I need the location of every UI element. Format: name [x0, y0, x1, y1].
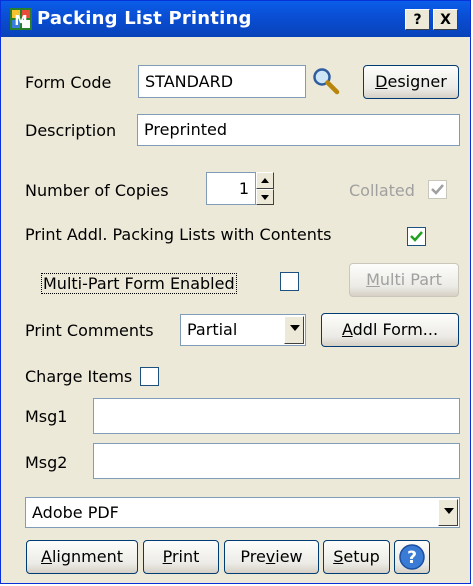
copies-up-button[interactable] — [256, 172, 274, 189]
multi-part-button[interactable]: Multi Part — [349, 263, 459, 297]
alignment-button[interactable]: Alignment — [26, 540, 138, 574]
dropdown-arrow-icon[interactable] — [284, 316, 304, 344]
form-code-input[interactable]: STANDARD — [138, 65, 306, 98]
designer-button[interactable]: Designer — [363, 65, 459, 99]
svg-text:?: ? — [407, 548, 417, 568]
print-addl-label: Print Addl. Packing Lists with Contents — [25, 225, 332, 244]
collated-label: Collated — [349, 181, 415, 200]
checkmark-icon — [410, 231, 423, 242]
copies-input[interactable]: 1 — [206, 172, 256, 205]
print-addl-checkbox[interactable] — [407, 227, 426, 246]
packing-list-window: M Packing List Printing ? X Form Code ST… — [0, 0, 471, 584]
alignment-accel: A — [41, 547, 52, 566]
addl-form-button[interactable]: Addl Form... — [321, 313, 459, 347]
alignment-label: lignment — [51, 547, 123, 566]
print-button[interactable]: Print — [143, 540, 219, 574]
msg1-label: Msg1 — [25, 407, 68, 426]
print-accel: P — [162, 547, 172, 566]
arrow-down-icon — [261, 195, 269, 200]
help-circle-button[interactable]: ? — [394, 540, 430, 574]
title-bar[interactable]: M Packing List Printing ? X — [1, 1, 470, 37]
setup-accel: S — [333, 547, 344, 566]
charge-items-label: Charge Items — [25, 367, 133, 386]
collated-checkbox[interactable] — [428, 180, 447, 199]
close-button[interactable]: X — [433, 9, 458, 30]
help-circle-icon: ? — [399, 544, 425, 570]
msg1-input[interactable] — [93, 398, 460, 434]
charge-items-checkbox[interactable] — [140, 367, 159, 386]
multi-part-label: Multi-Part Form Enabled — [41, 273, 237, 294]
multi-part-accel: M — [366, 270, 380, 289]
print-comments-value: Partial — [187, 320, 238, 339]
preview-label-pre: Pre — [240, 547, 266, 566]
msg2-input[interactable] — [93, 443, 460, 479]
designer-accel: D — [375, 72, 388, 91]
close-icon: X — [440, 12, 451, 28]
help-button[interactable]: ? — [405, 9, 430, 30]
printer-value: Adobe PDF — [32, 503, 119, 522]
description-input[interactable]: Preprinted — [137, 114, 460, 146]
arrow-up-icon — [261, 178, 269, 183]
copies-label: Number of Copies — [25, 181, 169, 200]
preview-accel: v — [265, 547, 276, 566]
msg2-label: Msg2 — [25, 453, 68, 472]
copies-down-button[interactable] — [256, 189, 274, 205]
print-comments-label: Print Comments — [25, 321, 154, 340]
addl-form-label: ddl Form... — [352, 320, 439, 339]
printer-dropdown[interactable]: Adobe PDF — [25, 497, 460, 528]
help-icon: ? — [413, 12, 422, 28]
svg-text:M: M — [15, 14, 28, 29]
setup-button[interactable]: Setup — [323, 540, 390, 574]
print-comments-dropdown[interactable]: Partial — [180, 314, 306, 346]
preview-label: iew — [275, 547, 303, 566]
multi-part-button-label: ulti Part — [379, 270, 442, 289]
multi-part-checkbox[interactable] — [280, 272, 299, 291]
search-icon[interactable] — [311, 66, 341, 96]
print-label: rint — [171, 547, 200, 566]
setup-label: etup — [343, 547, 380, 566]
form-code-label: Form Code — [25, 73, 112, 92]
app-icon: M — [10, 8, 32, 30]
dropdown-arrow-icon[interactable] — [438, 499, 458, 526]
addl-form-accel: A — [341, 320, 353, 339]
preview-button[interactable]: Preview — [224, 540, 319, 574]
designer-label: esigner — [387, 72, 447, 91]
checkmark-icon — [431, 184, 444, 195]
description-label: Description — [25, 121, 117, 140]
window-title: Packing List Printing — [37, 8, 252, 29]
